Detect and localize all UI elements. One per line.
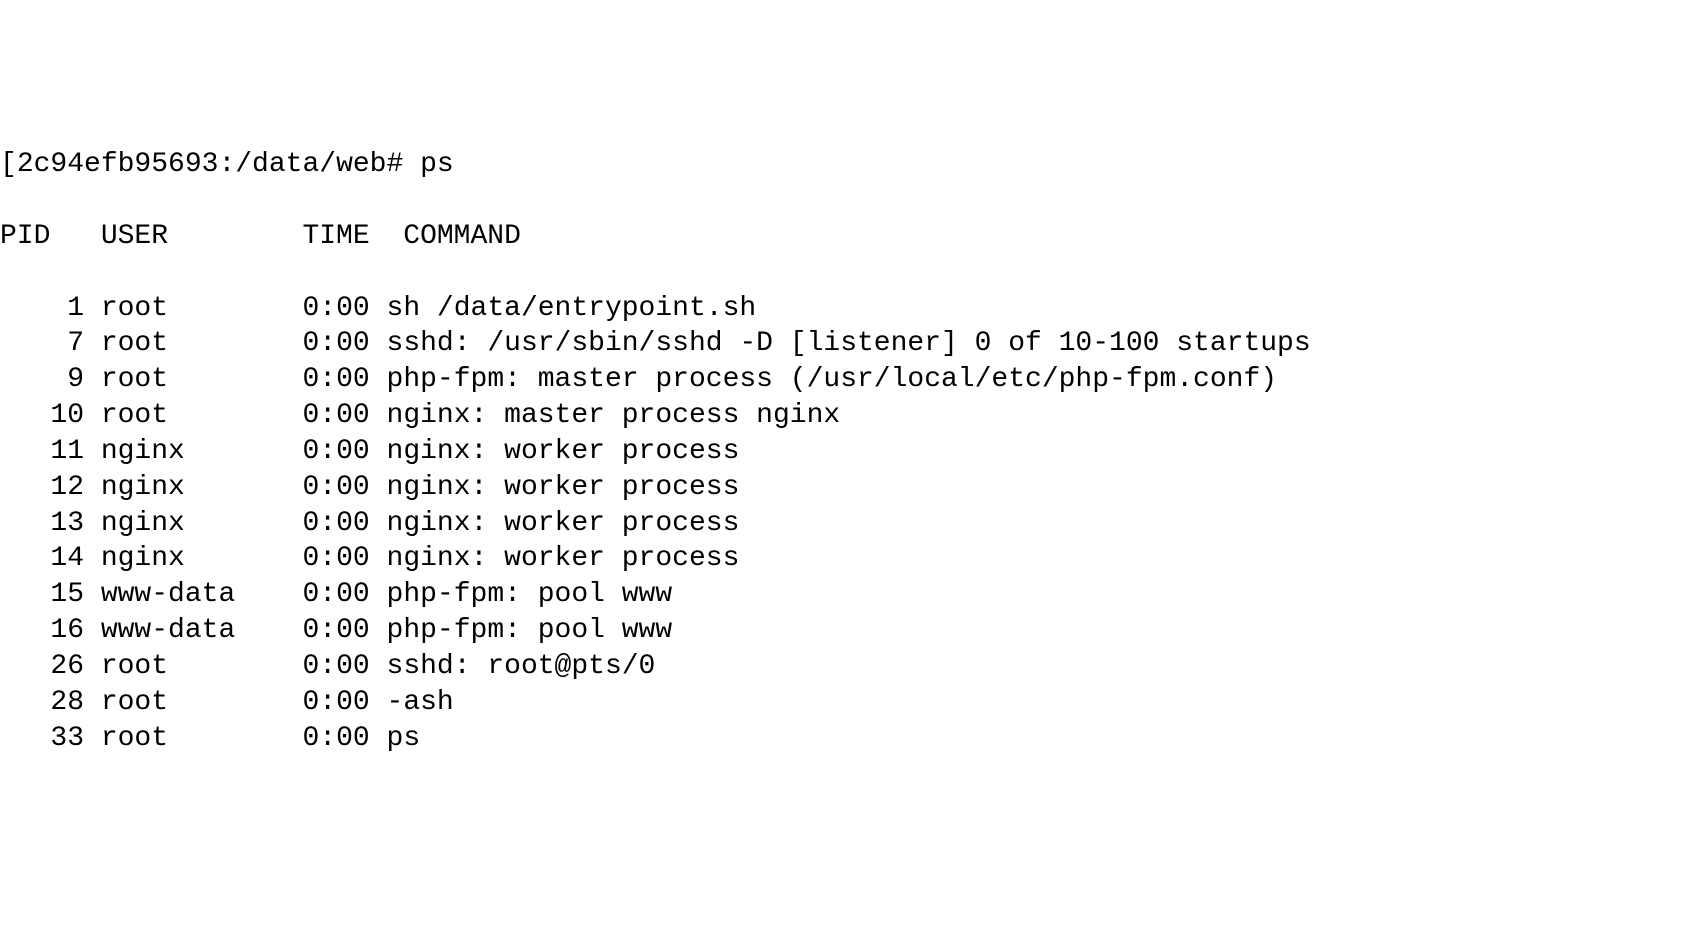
ps-row: 7 root 0:00 sshd: /usr/sbin/sshd -D [lis… bbox=[0, 326, 1700, 362]
ps-cell-time: 0:00 bbox=[269, 436, 370, 467]
ps-cell-command: nginx: worker process bbox=[387, 543, 740, 574]
prompt-command: ps bbox=[420, 149, 454, 180]
ps-cell-command: nginx: worker process bbox=[387, 472, 740, 503]
prompt-line[interactable]: [2c94efb95693:/data/web# ps bbox=[0, 147, 1700, 183]
ps-cell-user: nginx bbox=[101, 472, 252, 503]
ps-cell-user: nginx bbox=[101, 543, 252, 574]
ps-cell-pid: 12 bbox=[0, 472, 84, 503]
ps-cell-command: php-fpm: pool www bbox=[387, 615, 673, 646]
ps-cell-command: nginx: worker process bbox=[387, 436, 740, 467]
ps-cell-pid: 11 bbox=[0, 436, 84, 467]
prompt-bracket: [ bbox=[0, 149, 17, 180]
ps-cell-command: sshd: /usr/sbin/sshd -D [listener] 0 of … bbox=[387, 328, 1311, 359]
ps-cell-command: php-fpm: master process (/usr/local/etc/… bbox=[387, 364, 1278, 395]
ps-row: 13 nginx 0:00 nginx: worker process bbox=[0, 506, 1700, 542]
ps-cell-pid: 15 bbox=[0, 579, 84, 610]
ps-cell-command: sh /data/entrypoint.sh bbox=[387, 293, 757, 324]
ps-row: 28 root 0:00 -ash bbox=[0, 685, 1700, 721]
ps-cell-time: 0:00 bbox=[269, 651, 370, 682]
ps-cell-user: nginx bbox=[101, 436, 252, 467]
ps-row: 15 www-data 0:00 php-fpm: pool www bbox=[0, 577, 1700, 613]
ps-cell-time: 0:00 bbox=[269, 400, 370, 431]
ps-cell-user: root bbox=[101, 651, 252, 682]
ps-row: 11 nginx 0:00 nginx: worker process bbox=[0, 434, 1700, 470]
ps-cell-time: 0:00 bbox=[269, 328, 370, 359]
ps-cell-time: 0:00 bbox=[269, 723, 370, 754]
ps-cell-time: 0:00 bbox=[269, 687, 370, 718]
ps-cell-time: 0:00 bbox=[269, 364, 370, 395]
ps-cell-user: root bbox=[101, 723, 252, 754]
ps-row: 1 root 0:00 sh /data/entrypoint.sh bbox=[0, 291, 1700, 327]
ps-row: 12 nginx 0:00 nginx: worker process bbox=[0, 470, 1700, 506]
ps-cell-time: 0:00 bbox=[269, 579, 370, 610]
ps-cell-pid: 26 bbox=[0, 651, 84, 682]
ps-output: 1 root 0:00 sh /data/entrypoint.sh 7 roo… bbox=[0, 291, 1700, 757]
ps-cell-command: nginx: worker process bbox=[387, 508, 740, 539]
ps-cell-command: -ash bbox=[387, 687, 454, 718]
ps-row: 26 root 0:00 sshd: root@pts/0 bbox=[0, 649, 1700, 685]
ps-cell-user: root bbox=[101, 293, 252, 324]
ps-cell-command: php-fpm: pool www bbox=[387, 579, 673, 610]
ps-cell-pid: 13 bbox=[0, 508, 84, 539]
ps-cell-pid: 10 bbox=[0, 400, 84, 431]
ps-cell-time: 0:00 bbox=[269, 543, 370, 574]
ps-cell-pid: 16 bbox=[0, 615, 84, 646]
ps-cell-time: 0:00 bbox=[269, 508, 370, 539]
ps-row: 14 nginx 0:00 nginx: worker process bbox=[0, 541, 1700, 577]
ps-cell-command: nginx: master process nginx bbox=[387, 400, 841, 431]
ps-row: 9 root 0:00 php-fpm: master process (/us… bbox=[0, 362, 1700, 398]
prompt-host-path: 2c94efb95693:/data/web# bbox=[17, 149, 420, 180]
ps-cell-user: root bbox=[101, 328, 252, 359]
ps-cell-time: 0:00 bbox=[269, 293, 370, 324]
ps-cell-user: root bbox=[101, 364, 252, 395]
ps-header: PID USER TIME COMMAND bbox=[0, 219, 1700, 255]
ps-cell-time: 0:00 bbox=[269, 472, 370, 503]
ps-row: 10 root 0:00 nginx: master process nginx bbox=[0, 398, 1700, 434]
ps-cell-user: www-data bbox=[101, 615, 252, 646]
ps-cell-user: nginx bbox=[101, 508, 252, 539]
ps-row: 16 www-data 0:00 php-fpm: pool www bbox=[0, 613, 1700, 649]
ps-cell-user: root bbox=[101, 400, 252, 431]
ps-cell-command: ps bbox=[387, 723, 421, 754]
ps-cell-pid: 28 bbox=[0, 687, 84, 718]
ps-cell-pid: 7 bbox=[0, 328, 84, 359]
ps-cell-pid: 1 bbox=[0, 293, 84, 324]
ps-cell-command: sshd: root@pts/0 bbox=[387, 651, 656, 682]
ps-cell-pid: 33 bbox=[0, 723, 84, 754]
ps-cell-time: 0:00 bbox=[269, 615, 370, 646]
ps-cell-user: root bbox=[101, 687, 252, 718]
ps-cell-pid: 14 bbox=[0, 543, 84, 574]
ps-cell-user: www-data bbox=[101, 579, 252, 610]
ps-cell-pid: 9 bbox=[0, 364, 84, 395]
ps-row: 33 root 0:00 ps bbox=[0, 721, 1700, 757]
